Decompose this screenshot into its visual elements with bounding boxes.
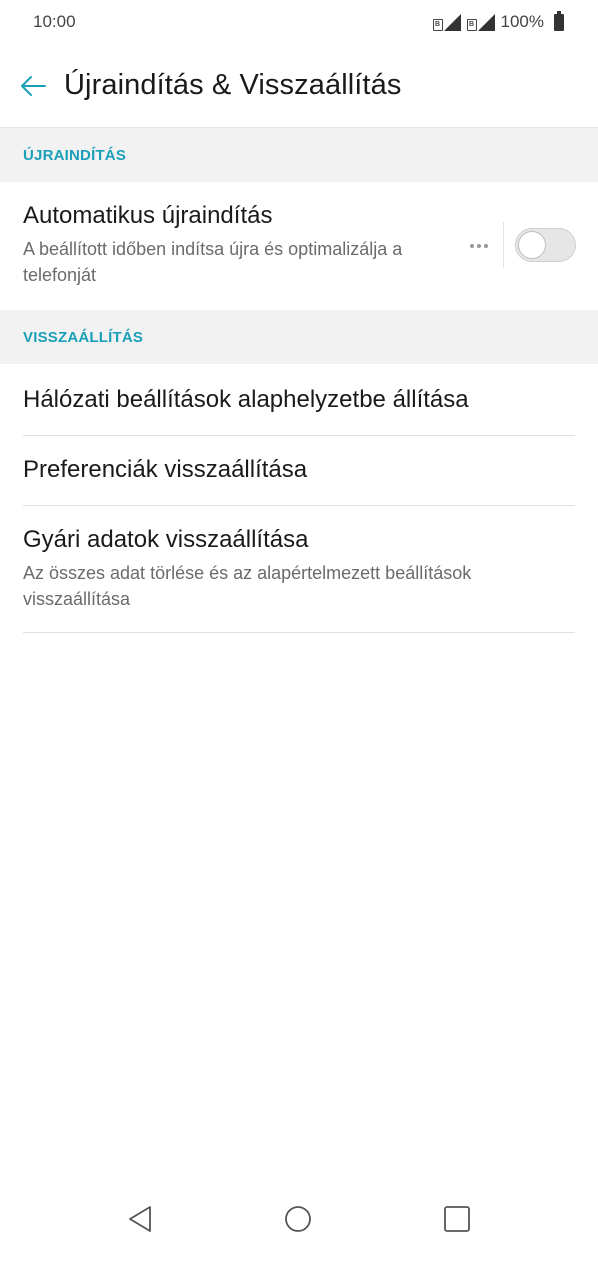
nav-recents-button[interactable] xyxy=(432,1194,482,1244)
section-header-restart: ÚJRAINDÍTÁS xyxy=(0,128,598,182)
sim2-signal-icon: B xyxy=(466,13,497,31)
status-bar: 10:00 B B 100% xyxy=(0,0,598,44)
network-reset-title: Hálózati beállítások alaphelyzetbe állít… xyxy=(23,386,469,413)
preferences-reset-item[interactable]: Preferenciák visszaállítása xyxy=(23,456,575,484)
factory-reset-title: Gyári adatok visszaállítása xyxy=(23,526,309,553)
network-reset-item[interactable]: Hálózati beállítások alaphelyzetbe állít… xyxy=(23,386,575,414)
arrow-left-icon xyxy=(21,75,46,96)
triangle-back-icon xyxy=(129,1206,151,1232)
vertical-divider xyxy=(503,222,504,268)
status-icons: B B 100% xyxy=(432,10,564,32)
square-recents-icon xyxy=(444,1206,470,1232)
page-title: Újraindítás & Visszaállítás xyxy=(64,69,402,101)
navigation-bar xyxy=(0,1180,598,1262)
more-horizontal-icon[interactable] xyxy=(470,241,492,251)
nav-back-button[interactable] xyxy=(115,1194,165,1244)
section-header-reset: VISSZAÁLLÍTÁS xyxy=(0,310,598,364)
back-button[interactable] xyxy=(0,44,64,128)
battery-icon xyxy=(554,10,564,31)
divider xyxy=(23,632,575,633)
auto-restart-toggle[interactable] xyxy=(515,228,576,262)
status-time: 10:00 xyxy=(33,12,76,31)
battery-percent: 100% xyxy=(500,12,544,31)
factory-reset-item[interactable]: Gyári adatok visszaállítása Az összes ad… xyxy=(23,526,575,612)
factory-reset-subtitle: Az összes adat törlése és az alapértelme… xyxy=(23,563,472,609)
app-bar: Újraindítás & Visszaállítás xyxy=(0,44,598,128)
auto-restart-item[interactable]: Automatikus újraindítás A beállított idő… xyxy=(23,202,453,288)
sim1-signal-icon: B xyxy=(432,13,463,31)
nav-home-button[interactable] xyxy=(273,1194,323,1244)
divider xyxy=(23,505,575,506)
circle-home-icon xyxy=(285,1206,311,1232)
toggle-knob xyxy=(518,231,546,259)
divider xyxy=(23,435,575,436)
preferences-reset-title: Preferenciák visszaállítása xyxy=(23,456,308,483)
auto-restart-subtitle: A beállított időben indítsa újra és opti… xyxy=(23,239,403,285)
auto-restart-title: Automatikus újraindítás xyxy=(23,202,273,229)
